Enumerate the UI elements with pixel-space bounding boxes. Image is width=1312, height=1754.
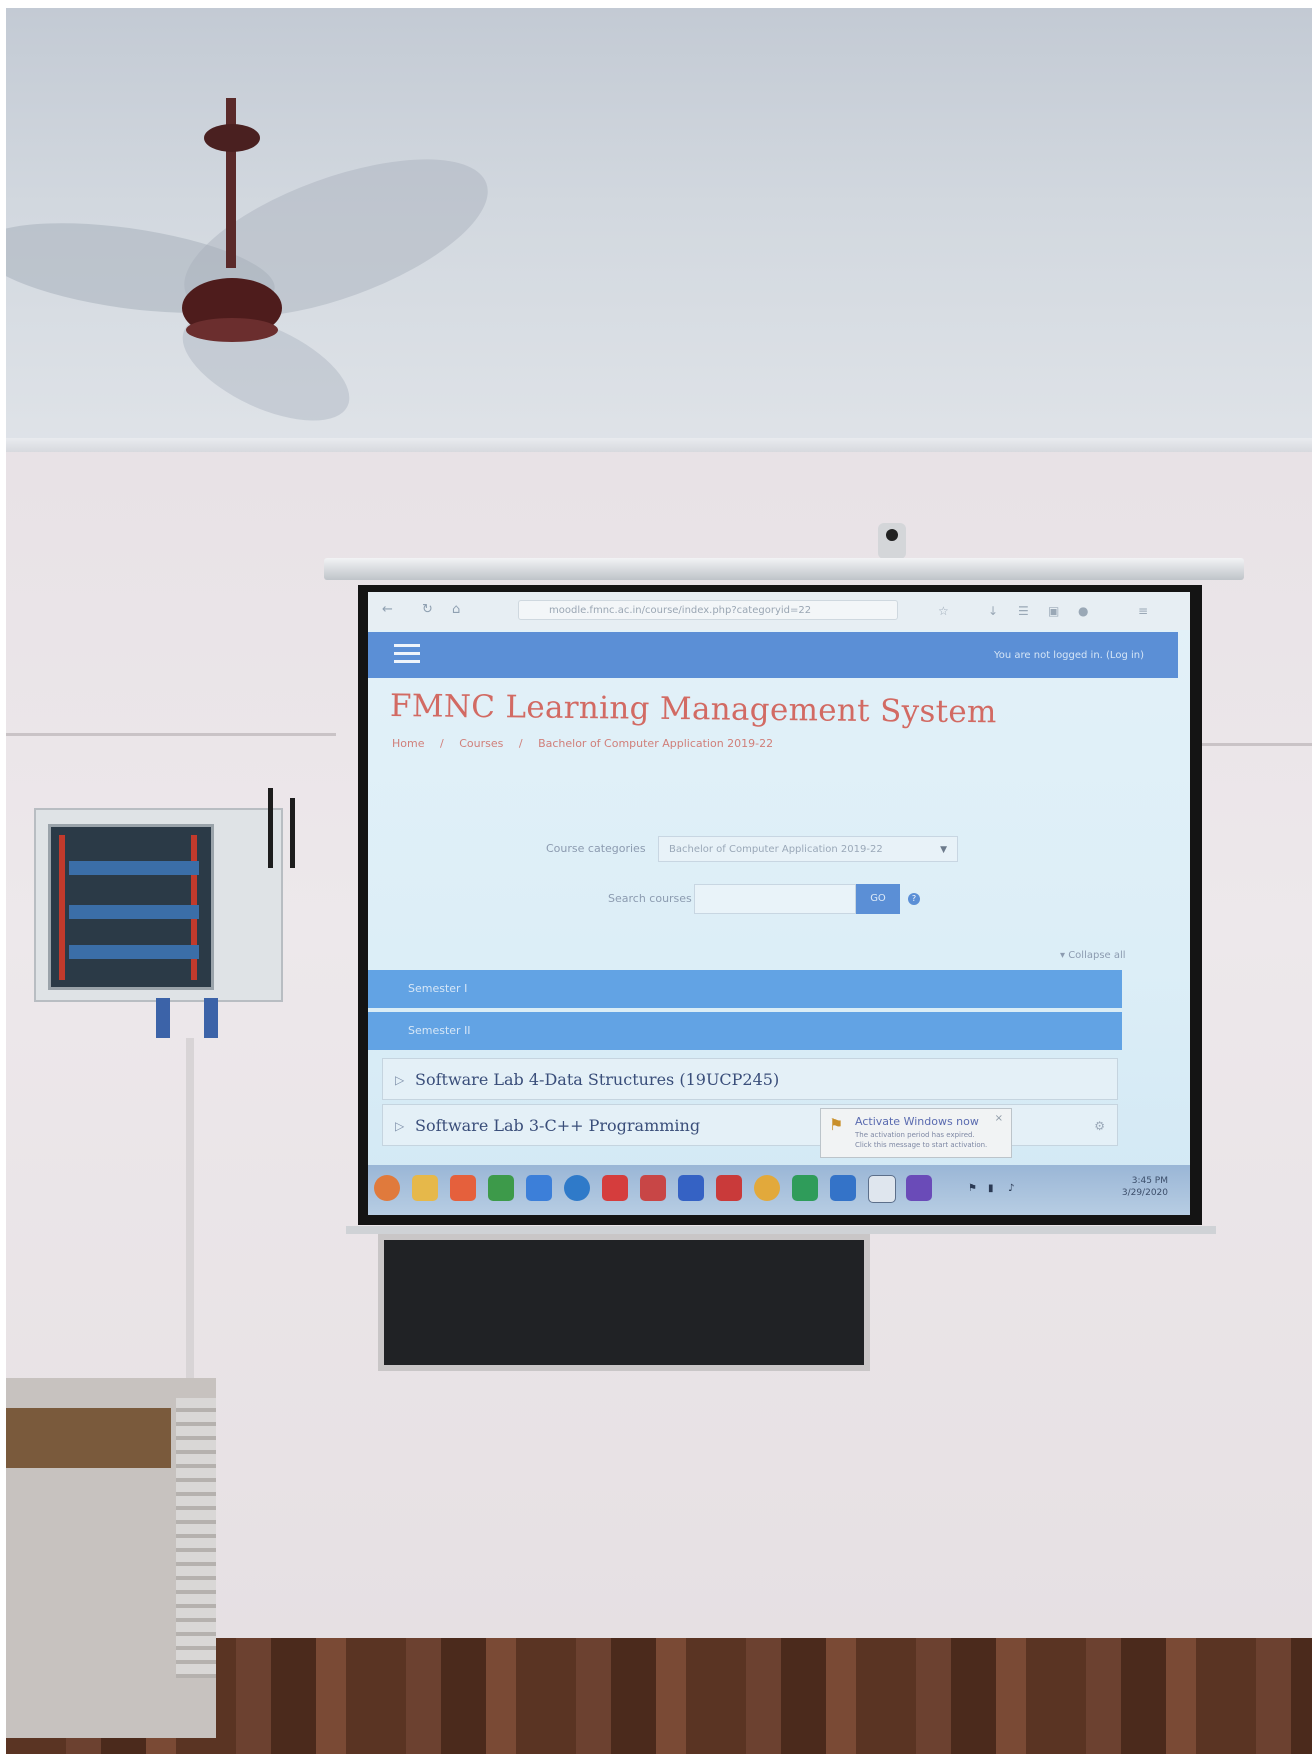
windows-start-icon[interactable] [374,1175,400,1201]
activation-toast[interactable]: ⚑ Activate Windows now × The activation … [820,1108,1012,1158]
semester-section[interactable]: Semester II [368,1012,1122,1050]
course-title: Software Lab 4-Data Structures (19UCP245… [415,1070,780,1089]
browser-toolbar: ← ↻ ⌂ moodle.fmnc.ac.in/course/index.php… [368,592,1190,630]
oil-heater [176,1398,216,1678]
network-icon[interactable]: ▮ [988,1183,994,1194]
search-input[interactable] [694,884,856,914]
ceiling-fan [6,98,488,421]
classroom-photo: ← ↻ ⌂ moodle.fmnc.ac.in/course/index.php… [6,8,1312,1754]
refresh-icon[interactable]: ↻ [422,602,433,617]
site-navbar: You are not logged in. (Log in) [368,632,1178,678]
key-icon: ⚑ [829,1115,844,1134]
filezilla-icon[interactable] [716,1175,742,1201]
breadcrumb-separator: / [518,737,523,750]
collapse-all-link[interactable]: ▾ Collapse all [1060,950,1126,961]
search-label: Search courses [608,892,692,905]
rack-red-rail [59,835,65,980]
rack-door [48,824,214,990]
screen-bottom-bar [346,1226,1216,1234]
login-link[interactable]: You are not logged in. (Log in) [994,650,1144,661]
clock-time: 3:45 PM [1131,1176,1168,1186]
ceiling-edge [6,438,1312,452]
chevron-down-icon: ▼ [940,845,947,855]
sidebar-icon[interactable]: ▣ [1048,604,1059,618]
page-title: FMNC Learning Management System [389,688,997,731]
close-icon[interactable]: × [995,1113,1003,1124]
menu-icon[interactable]: ≡ [1138,604,1148,618]
patch-panel [69,905,199,919]
wall-pipe [186,1038,194,1398]
hamburger-icon[interactable] [394,644,420,664]
chrome-icon[interactable] [754,1175,780,1201]
visual-studio-icon[interactable] [906,1175,932,1201]
category-select[interactable]: Bachelor of Computer Application 2019-22… [658,836,958,862]
toast-line2: Click this message to start activation. [855,1141,988,1149]
app-icon[interactable] [526,1175,552,1201]
back-icon[interactable]: ← [382,602,393,617]
media-icon[interactable] [602,1175,628,1201]
breadcrumb-courses[interactable]: Courses [459,737,503,750]
firefox-icon[interactable] [450,1175,476,1201]
go-button[interactable]: GO [856,884,900,914]
course-arrow-icon: ▷ [395,1119,405,1133]
course-arrow-icon: ▷ [395,1073,405,1087]
wooden-table [6,1408,171,1468]
home-icon[interactable]: ⌂ [452,602,460,617]
router-antenna [290,798,295,868]
category-label: Course categories [546,842,646,855]
fan-canopy [204,124,260,152]
category-selected-value: Bachelor of Computer Application 2019-22 [669,844,883,855]
breadcrumb-home[interactable]: Home [392,737,424,750]
volume-icon[interactable]: ♪ [1008,1183,1014,1194]
spreadsheet-icon[interactable] [488,1175,514,1201]
wall-trim-right [1201,743,1312,746]
fan-motor-ring [186,318,278,342]
network-cable [204,998,218,1038]
breadcrumb-separator: / [439,737,444,750]
help-icon[interactable]: ? [908,893,920,905]
extension-icon[interactable]: ● [1078,604,1088,618]
pdf-icon[interactable] [640,1175,666,1201]
screen-housing [324,558,1244,580]
address-bar[interactable]: moodle.fmnc.ac.in/course/index.php?categ… [518,600,898,620]
gear-icon: ⚙ [1094,1119,1105,1133]
course-item[interactable]: ▷ Software Lab 4-Data Structures (19UCP2… [382,1058,1118,1100]
bookmark-star-icon[interactable]: ☆ [938,604,949,618]
wall-trim-left [6,733,336,736]
teamviewer-icon[interactable] [564,1175,590,1201]
system-clock[interactable]: 3:45 PM 3/29/2020 [1122,1175,1168,1199]
breadcrumb-category[interactable]: Bachelor of Computer Application 2019-22 [538,737,773,750]
network-rack [34,808,283,1002]
toast-line1: The activation period has expired. [855,1131,975,1139]
word-icon[interactable] [678,1175,704,1201]
router-antenna [268,788,273,868]
download-icon[interactable]: ↓ [988,604,998,618]
fan-rod [226,98,236,268]
windows-taskbar: ⚑ ▮ ♪ 3:45 PM 3/29/2020 [368,1165,1190,1215]
flag-icon[interactable]: ⚑ [968,1183,977,1194]
course-title: Software Lab 3-C++ Programming [415,1116,701,1135]
library-icon[interactable]: ☰ [1018,604,1029,618]
excel-icon[interactable] [792,1175,818,1201]
semester-section[interactable]: Semester I [368,970,1122,1008]
blackboard [378,1234,870,1371]
window-icon[interactable] [868,1175,896,1203]
projected-browser: ← ↻ ⌂ moodle.fmnc.ac.in/course/index.php… [368,592,1190,1215]
clock-date: 3/29/2020 [1121,1188,1168,1198]
breadcrumb: Home / Courses / Bachelor of Computer Ap… [392,737,785,750]
document-icon[interactable] [830,1175,856,1201]
file-explorer-icon[interactable] [412,1175,438,1201]
security-camera [878,523,906,559]
collapse-all-label: Collapse all [1068,950,1126,961]
patch-panel [69,945,199,959]
patch-panel [69,861,199,875]
network-cable [156,998,170,1038]
toast-title: Activate Windows now [855,1115,979,1128]
